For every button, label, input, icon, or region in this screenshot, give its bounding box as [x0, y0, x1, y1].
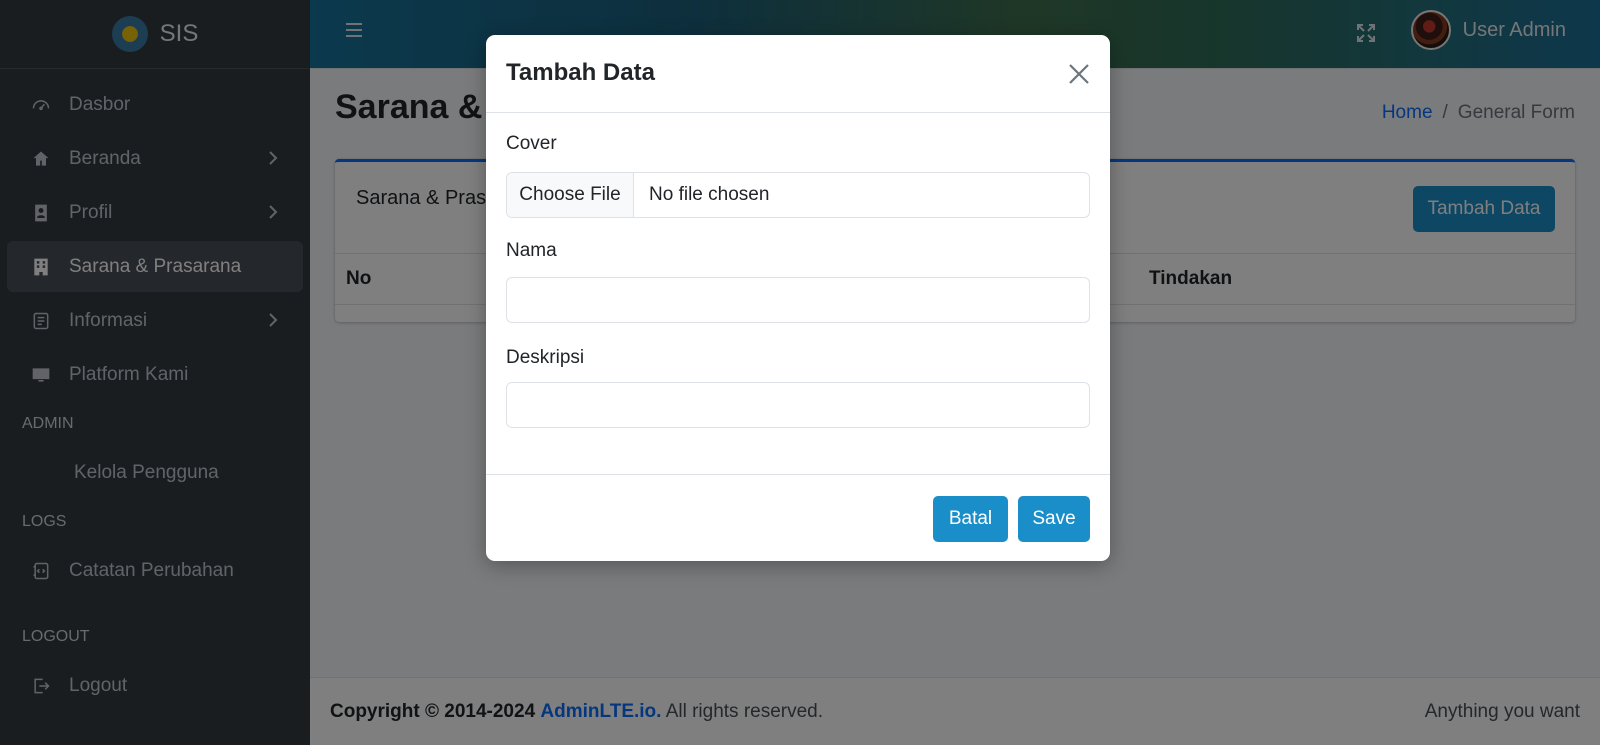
cover-file-input[interactable]: Choose File No file chosen [506, 172, 1090, 218]
nama-input[interactable] [506, 277, 1090, 323]
cancel-button[interactable]: Batal [933, 496, 1008, 542]
add-data-modal: Tambah Data Cover Choose File No file ch… [486, 35, 1110, 561]
choose-file-button[interactable]: Choose File [507, 173, 634, 217]
file-status-text: No file chosen [649, 184, 770, 205]
nama-label: Nama [506, 240, 557, 261]
deskripsi-input[interactable] [506, 382, 1090, 428]
modal-title: Tambah Data [506, 59, 655, 86]
save-button[interactable]: Save [1018, 496, 1090, 542]
deskripsi-label: Deskripsi [506, 347, 585, 368]
close-icon[interactable] [1064, 59, 1094, 89]
cover-label: Cover [506, 133, 557, 154]
modal-header: Tambah Data [486, 35, 1110, 113]
modal-footer: Batal Save [486, 474, 1110, 561]
